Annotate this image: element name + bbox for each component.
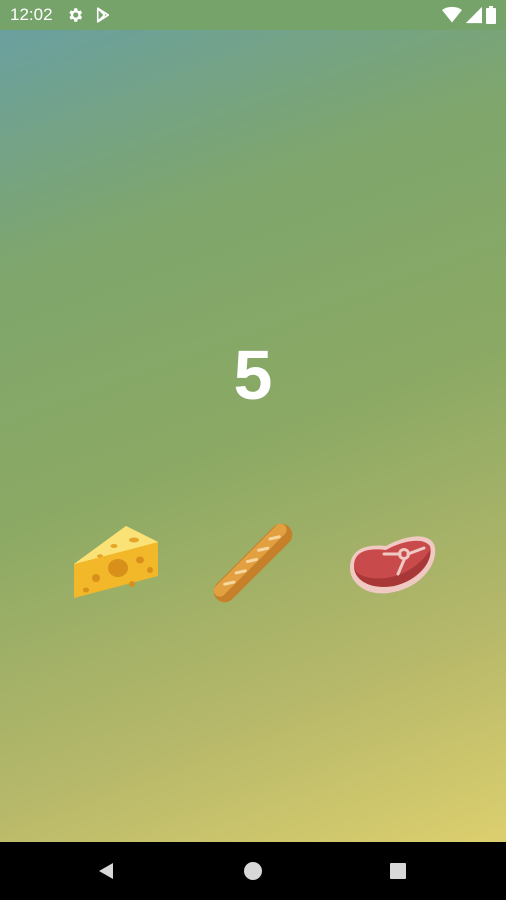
play-store-icon [94,6,112,24]
home-icon[interactable] [233,852,273,890]
baguette-icon[interactable] [208,518,298,608]
status-time: 12:02 [10,5,53,24]
gear-icon [66,6,84,24]
steak-icon[interactable] [346,518,436,608]
signal-icon [464,6,482,24]
wifi-icon [442,6,462,24]
battery-icon [486,6,496,24]
back-icon[interactable] [86,852,126,890]
screen: 12:02 5 [0,0,506,900]
counter-value: 5 [233,336,273,414]
game-area: 5 [0,30,506,842]
recents-icon[interactable] [378,852,418,890]
cheese-icon[interactable] [70,518,160,608]
status-bar: 12:02 [0,0,506,30]
navigation-bar [0,842,506,900]
